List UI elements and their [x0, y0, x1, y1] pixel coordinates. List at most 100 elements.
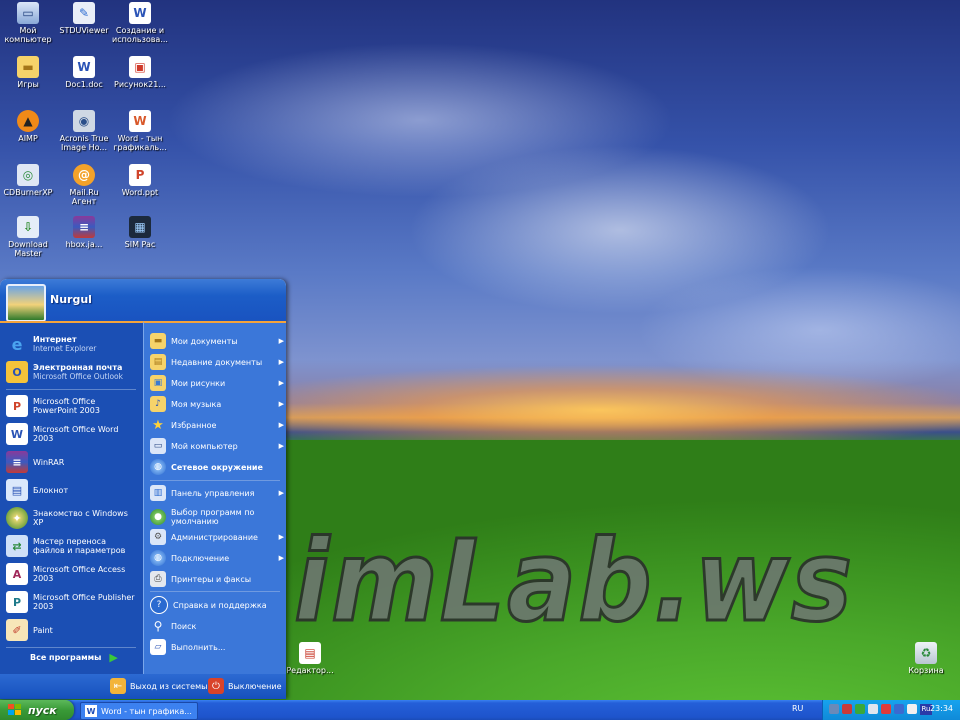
recent-item-label: Microsoft Office Word 2003 [33, 425, 119, 443]
language-indicator[interactable]: RU [792, 704, 803, 713]
download-icon: ⇩ [17, 216, 39, 238]
start-label: пуск [28, 703, 57, 717]
download-tray-icon[interactable] [894, 704, 904, 714]
desktop-icon-recycle-bin[interactable]: ♻ Корзина [898, 642, 954, 675]
ppt-icon: P [129, 164, 151, 186]
desktop-icon-my-computer[interactable]: ▭ Мой компьютер [0, 2, 56, 44]
recent-docs-icon: ▤ [150, 354, 166, 370]
user-avatar[interactable] [6, 284, 46, 322]
volume-tray-icon[interactable] [907, 704, 917, 714]
desktop-icon-cdburnerxp[interactable]: ◎ CDBurnerXP [0, 164, 56, 197]
pinned-item-internet[interactable]: e Интернет Internet Explorer [6, 333, 140, 355]
network-tray-icon[interactable] [829, 704, 839, 714]
right-item-label: Мой компьютер [171, 441, 238, 451]
recent-item-access[interactable]: A Microsoft Office Access 2003 [6, 563, 140, 585]
taskbar: пуск W Word - тын графика... RU Ru 23:34 [0, 700, 960, 720]
desktop-icon-word-ppt[interactable]: P Word.ppt [112, 164, 168, 197]
right-item-printers[interactable]: ⎙ Принтеры и факсы [150, 571, 284, 587]
recent-item-paint[interactable]: ✐ Paint [6, 619, 140, 641]
recent-item-xp-tour[interactable]: ✦ Знакомство с Windows XP [6, 507, 140, 529]
start-menu-programs: e Интернет Internet Explorer O Электронна… [0, 321, 143, 676]
right-item-connect[interactable]: ◍ Подключение ▶ [150, 550, 284, 566]
right-item-search[interactable]: ⚲ Поиск [150, 618, 284, 634]
word-icon: W [6, 423, 28, 445]
recent-item-label: Знакомство с Windows XP [33, 509, 128, 527]
wallpaper-watermark-text: imLab.ws [294, 520, 854, 640]
desktop-icon-acronis[interactable]: ◉ Acronis True Image Ho... [56, 110, 112, 152]
doc-icon: ▤ [299, 642, 321, 664]
desktop-icon-label: hbox.ja... [65, 240, 103, 249]
desktop-icon-aimp[interactable]: ▲ AIMP [0, 110, 56, 143]
start-button[interactable]: пуск [0, 700, 74, 720]
pinned-item-email[interactable]: O Электронная почта Microsoft Office Outl… [6, 361, 140, 383]
security-tray-icon[interactable] [855, 704, 865, 714]
folder-icon: ▬ [17, 56, 39, 78]
powerpoint-icon: P [6, 395, 28, 417]
desktop-icon-risunok21[interactable]: ▣ Рисунок21... [112, 56, 168, 89]
start-menu-header: Nurgul [0, 279, 286, 322]
taskbar-button-word[interactable]: W Word - тын графика... [80, 702, 198, 720]
recycle-bin-icon: ♻ [915, 642, 937, 664]
agent-tray-icon[interactable] [881, 704, 891, 714]
right-item-control-panel[interactable]: ▥ Панель управления ▶ [150, 485, 284, 501]
right-item-my-music[interactable]: ♪ Моя музыка ▶ [150, 396, 284, 412]
all-programs-button[interactable]: Все программы ▶ [30, 651, 130, 664]
mailru-icon: @ [73, 164, 95, 186]
right-item-label: Недавние документы [171, 357, 263, 367]
desktop-icon-word-grafika[interactable]: W Word - тын графикаль... [112, 110, 168, 152]
right-item-favorites[interactable]: ★ Избранное ▶ [150, 417, 284, 433]
right-item-my-pictures[interactable]: ▣ Мои рисунки ▶ [150, 375, 284, 391]
recent-item-label: Блокнот [33, 485, 69, 495]
desktop-icon-doc1[interactable]: W Doc1.doc [56, 56, 112, 89]
recent-item-notepad[interactable]: ▤ Блокнот [6, 479, 140, 501]
recent-item-transfer-wizard[interactable]: ⇄ Мастер переноса файлов и параметров [6, 535, 140, 557]
winrar-icon: ≡ [73, 216, 95, 238]
right-item-admin-tools[interactable]: ⚙ Администрирование ▶ [150, 529, 284, 545]
shutdown-label: Выключение [228, 681, 282, 691]
publisher-icon: P [6, 591, 28, 613]
recent-item-word[interactable]: W Microsoft Office Word 2003 [6, 423, 140, 445]
my-computer-icon: ▭ [150, 438, 166, 454]
app-tray-icon[interactable] [868, 704, 878, 714]
desktop-icon-download-master[interactable]: ⇩ Download Master [0, 216, 56, 258]
pinned-item-title: Электронная почта [33, 363, 123, 372]
right-item-my-documents[interactable]: ▬ Мои документы ▶ [150, 333, 284, 349]
desktop-icon-label: Doc1.doc [65, 80, 103, 89]
user-name: Nurgul [50, 293, 92, 306]
desktop-icon-igry[interactable]: ▬ Игры [0, 56, 56, 89]
start-menu-footer: ⇤ Выход из системы ⏻ Выключение [0, 674, 286, 699]
recent-item-label: Microsoft Office Publisher 2003 [33, 593, 135, 611]
antivirus-tray-icon[interactable] [842, 704, 852, 714]
desktop-icon-label: Корзина [908, 666, 944, 675]
desktop-icon-stduviewer[interactable]: ✎ STDUViewer [56, 2, 112, 35]
desktop-icon-mailru[interactable]: @ Mail.Ru Агент [56, 164, 112, 206]
recent-item-powerpoint[interactable]: P Microsoft Office PowerPoint 2003 [6, 395, 140, 417]
recent-item-winrar[interactable]: ≡ WinRAR [6, 451, 140, 473]
printers-icon: ⎙ [150, 571, 166, 587]
right-item-default-programs[interactable]: ● Выбор программ по умолчанию [150, 507, 284, 527]
desktop-icon-hbox[interactable]: ≡ hbox.ja... [56, 216, 112, 249]
recent-item-label: WinRAR [33, 457, 65, 467]
right-item-run[interactable]: ▱ Выполнить... [150, 639, 284, 655]
right-item-label: Выполнить... [171, 642, 226, 652]
desktop-icon-label: Создание и использова... [112, 26, 168, 44]
right-item-help[interactable]: ? Справка и поддержка [150, 596, 284, 614]
my-music-icon: ♪ [150, 396, 166, 412]
shutdown-button[interactable]: ⏻ Выключение [208, 678, 281, 694]
desktop-icon-redaktor[interactable]: ▤ Редактор... [282, 642, 338, 675]
right-item-label: Подключение [171, 553, 230, 563]
right-item-network[interactable]: ◍ Сетевое окружение [150, 459, 284, 475]
right-item-recent-docs[interactable]: ▤ Недавние документы ▶ [150, 354, 284, 370]
right-item-label: Мои рисунки [171, 378, 226, 388]
recent-item-publisher[interactable]: P Microsoft Office Publisher 2003 [6, 591, 140, 613]
submenu-arrow-icon: ▶ [278, 533, 284, 541]
right-item-my-computer[interactable]: ▭ Мой компьютер ▶ [150, 438, 284, 454]
desktop-icon-simpac[interactable]: ▦ SIM Pac [112, 216, 168, 249]
right-item-label: Принтеры и факсы [171, 574, 252, 584]
desktop-icon-sozdanie[interactable]: W Создание и использова... [112, 2, 168, 44]
logoff-button[interactable]: ⇤ Выход из системы [110, 678, 207, 694]
clock[interactable]: 23:34 [930, 704, 953, 713]
picture-icon: ▣ [129, 56, 151, 78]
menu-separator [6, 647, 136, 648]
recent-item-label: Мастер переноса файлов и параметров [33, 537, 126, 555]
